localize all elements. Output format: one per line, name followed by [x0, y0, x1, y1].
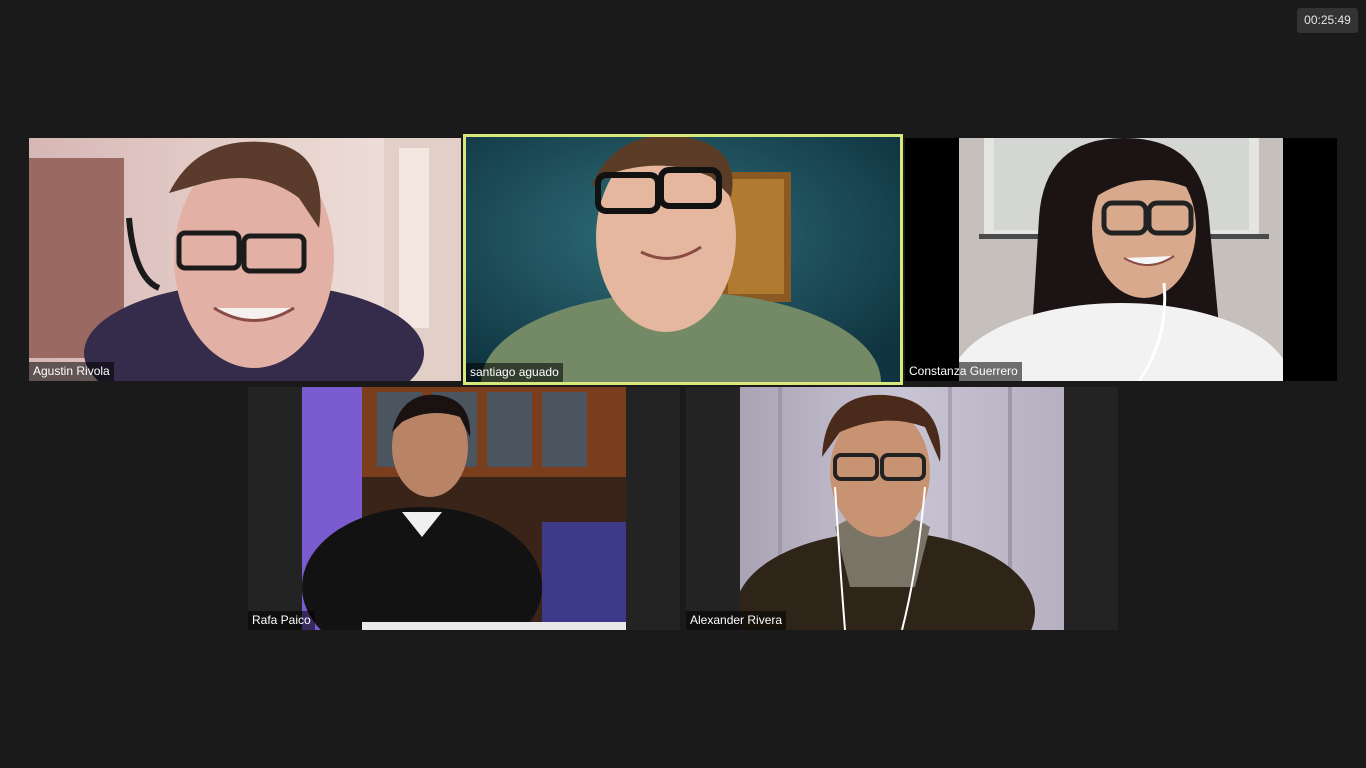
- participant-tile-santiago-aguado[interactable]: santiago aguado: [463, 134, 903, 385]
- participant-name-label: Agustin Rivola: [29, 362, 114, 381]
- participant-name-label: Rafa Paico: [248, 611, 315, 630]
- participant-tile-alexander-rivera[interactable]: Alexander Rivera: [686, 387, 1118, 630]
- participant-name-label: Alexander Rivera: [686, 611, 787, 630]
- meeting-timer: 00:25:49: [1297, 8, 1358, 33]
- participant-video: [740, 387, 1064, 630]
- participant-tile-rafa-paico[interactable]: Rafa Paico: [248, 387, 680, 630]
- participant-video: [29, 138, 461, 381]
- participant-name-label: santiago aguado: [466, 363, 563, 382]
- participant-tile-constanza-guerrero[interactable]: Constanza Guerrero: [905, 138, 1337, 381]
- participant-video: [959, 138, 1283, 381]
- participant-tile-agustin-rivola[interactable]: Agustin Rivola: [29, 138, 461, 381]
- participant-video: [466, 137, 900, 382]
- participant-video: [302, 387, 626, 630]
- participant-name-label: Constanza Guerrero: [905, 362, 1022, 381]
